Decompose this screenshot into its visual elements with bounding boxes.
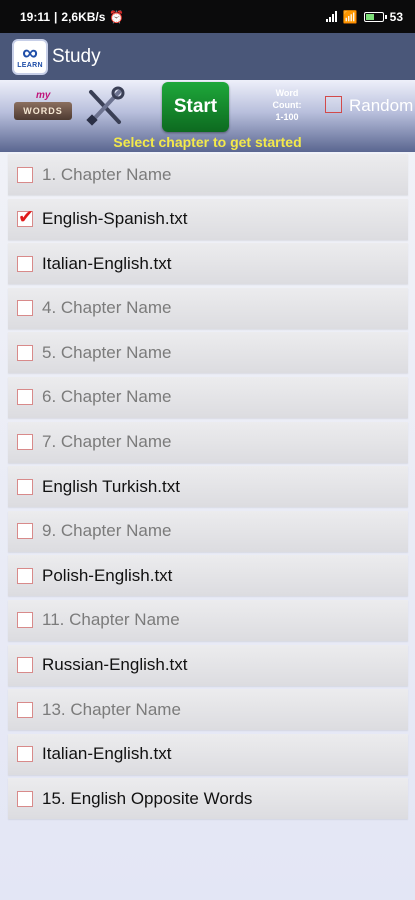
chapter-label: 9. Chapter Name: [42, 521, 172, 541]
chapter-checkbox[interactable]: [17, 434, 33, 451]
chapter-label: English Turkish.txt: [42, 476, 180, 496]
chapter-row[interactable]: English-Spanish.txt: [8, 198, 408, 240]
word-count[interactable]: Word Count: 1-100: [266, 87, 308, 123]
my-words-my-label: my: [36, 90, 51, 101]
word-count-value: 1-100: [275, 112, 299, 122]
chapter-checkbox[interactable]: [17, 612, 33, 629]
infinity-icon: ∞: [22, 40, 38, 65]
chapter-row[interactable]: 7. Chapter Name: [8, 421, 408, 463]
chapter-row[interactable]: 1. Chapter Name: [8, 154, 408, 195]
chapter-row[interactable]: 11. Chapter Name: [8, 599, 408, 641]
chapter-label: Italian-English.txt: [42, 744, 172, 764]
chapter-checkbox[interactable]: [17, 478, 33, 495]
chapter-checkbox[interactable]: [17, 344, 33, 361]
tools-icon[interactable]: [84, 86, 126, 128]
chapter-checkbox[interactable]: [17, 206, 34, 228]
chapter-checkbox[interactable]: [17, 300, 33, 317]
toolbar: my WORDS Start Word Count: 1-100 Random …: [0, 80, 415, 152]
app-bar: ∞ LEARN Study: [0, 33, 415, 80]
chapter-label: 4. Chapter Name: [42, 298, 172, 318]
chapter-checkbox[interactable]: [17, 523, 33, 540]
chapter-row[interactable]: Italian-English.txt: [8, 243, 408, 285]
chapter-label: Polish-English.txt: [42, 565, 173, 585]
chapter-label: English-Spanish.txt: [42, 209, 188, 229]
chapter-label: 5. Chapter Name: [42, 342, 172, 362]
chapter-label: Italian-English.txt: [42, 253, 172, 273]
logo-text: LEARN: [17, 62, 43, 69]
my-words-button[interactable]: my WORDS: [14, 90, 72, 124]
chapter-row[interactable]: 15. English Opposite Words: [8, 778, 408, 820]
chapter-row[interactable]: 13. Chapter Name: [8, 689, 408, 731]
status-separator: |: [54, 9, 58, 24]
battery-icon: [363, 11, 387, 22]
page-title: Study: [52, 45, 101, 67]
chapter-checkbox[interactable]: [17, 255, 33, 272]
chapter-row[interactable]: Italian-English.txt: [8, 733, 408, 775]
chapter-label: 7. Chapter Name: [42, 432, 172, 452]
chapter-label: 15. English Opposite Words: [42, 788, 253, 808]
battery-level: 53: [389, 9, 403, 24]
chapter-row[interactable]: 4. Chapter Name: [8, 287, 408, 329]
signal-icon: [325, 11, 337, 22]
start-button[interactable]: Start: [162, 82, 229, 132]
chapter-label: 6. Chapter Name: [42, 387, 172, 407]
chapter-label: 11. Chapter Name: [42, 610, 180, 630]
my-words-label: WORDS: [14, 102, 72, 120]
chapter-row[interactable]: 9. Chapter Name: [8, 510, 408, 552]
chapter-checkbox[interactable]: [17, 567, 33, 584]
word-count-label-word: Word: [275, 88, 299, 98]
word-count-label-count: Count:: [272, 100, 302, 110]
alarm-icon: ⏰: [109, 9, 125, 24]
app-logo[interactable]: ∞ LEARN: [12, 38, 48, 75]
chapter-checkbox[interactable]: [17, 746, 33, 763]
chapter-row[interactable]: 6. Chapter Name: [8, 376, 408, 418]
chapter-row[interactable]: English Turkish.txt: [8, 466, 408, 508]
status-right: 📶 53: [325, 9, 403, 24]
chapter-checkbox[interactable]: [17, 657, 33, 674]
chapter-row[interactable]: Russian-English.txt: [8, 644, 408, 686]
chapter-label: 13. Chapter Name: [42, 699, 181, 719]
status-left: 19:11 | 2,6KB/s ⏰: [20, 10, 124, 24]
random-label[interactable]: Random: [349, 96, 413, 116]
chapter-row[interactable]: 5. Chapter Name: [8, 332, 408, 374]
random-checkbox[interactable]: [325, 96, 342, 113]
chapter-checkbox[interactable]: [17, 166, 33, 183]
status-time: 19:11: [20, 9, 51, 24]
status-speed: 2,6KB/s: [61, 9, 106, 24]
chapter-label: Russian-English.txt: [42, 655, 188, 675]
chapter-checkbox[interactable]: [17, 701, 33, 718]
chapter-list: 1. Chapter Name English-Spanish.txt Italia…: [0, 154, 415, 820]
chapter-hint: Select chapter to get started: [113, 134, 302, 150]
chapter-row[interactable]: Polish-English.txt: [8, 555, 408, 597]
wifi-icon: 📶: [342, 9, 358, 24]
chapter-checkbox[interactable]: [17, 389, 33, 406]
status-bar: 19:11 | 2,6KB/s ⏰ 📶 53: [0, 0, 415, 33]
chapter-checkbox[interactable]: [17, 790, 33, 807]
chapter-label: 1. Chapter Name: [42, 164, 172, 184]
